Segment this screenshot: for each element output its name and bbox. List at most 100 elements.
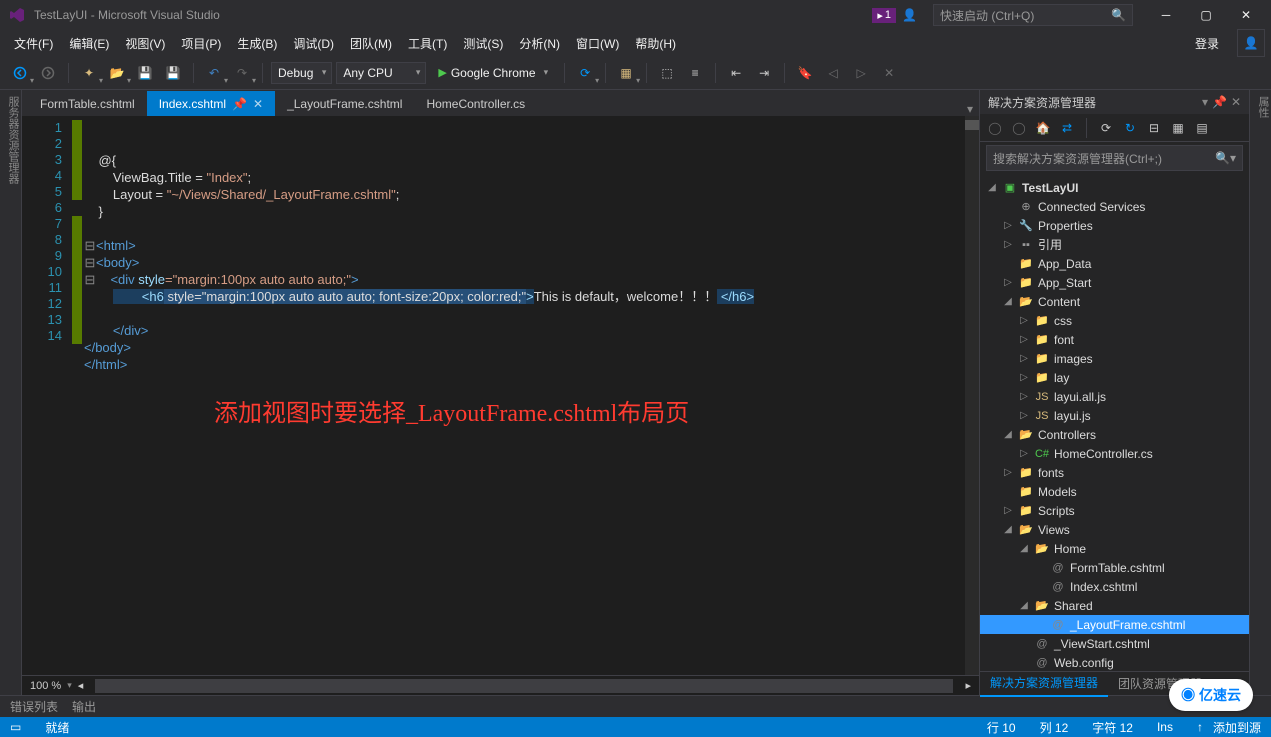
- new-item-button[interactable]: ✦: [77, 61, 101, 85]
- sol-refresh-button[interactable]: ↻: [1121, 119, 1139, 137]
- sol-sync-button[interactable]: ⇄: [1058, 119, 1076, 137]
- sol-properties-button[interactable]: ▤: [1193, 119, 1211, 137]
- menu-item[interactable]: 项目(P): [173, 32, 229, 55]
- run-button[interactable]: ▶Google Chrome▾: [430, 62, 556, 84]
- sol-forward-button[interactable]: ◯: [1010, 119, 1028, 137]
- tree-node[interactable]: 📁lay: [980, 368, 1249, 387]
- bookmark-prev-button[interactable]: ◁: [821, 61, 845, 85]
- editor-tab[interactable]: FormTable.cshtml: [28, 91, 147, 116]
- tree-node[interactable]: JSlayui.js: [980, 406, 1249, 425]
- back-button[interactable]: [8, 61, 32, 85]
- sol-home-button[interactable]: 🏠: [1034, 119, 1052, 137]
- bookmark-next-button[interactable]: ▷: [849, 61, 873, 85]
- h-scroll-right[interactable]: ▸: [965, 679, 971, 692]
- quick-launch-input[interactable]: 快速启动 (Ctrl+Q) 🔍: [933, 4, 1133, 26]
- solution-search-input[interactable]: 搜索解决方案资源管理器(Ctrl+;) 🔍▾: [986, 145, 1243, 171]
- tree-node[interactable]: @Web.config: [980, 653, 1249, 671]
- forward-button[interactable]: [36, 61, 60, 85]
- menu-item[interactable]: 帮助(H): [627, 32, 684, 55]
- tree-node[interactable]: 📁App_Data: [980, 254, 1249, 273]
- minimize-button[interactable]: ─: [1149, 2, 1183, 28]
- tree-node[interactable]: C#HomeController.cs: [980, 444, 1249, 463]
- close-button[interactable]: ✕: [1229, 2, 1263, 28]
- save-all-button[interactable]: 💾: [161, 61, 185, 85]
- tab-error-list[interactable]: 错误列表: [10, 698, 58, 715]
- sol-collapse-button[interactable]: ⊟: [1145, 119, 1163, 137]
- bookmark-button[interactable]: 🔖: [793, 61, 817, 85]
- browser-link-button[interactable]: ⟳: [573, 61, 597, 85]
- tree-node[interactable]: @Index.cshtml: [980, 577, 1249, 596]
- sol-showall-button[interactable]: ▦: [1169, 119, 1187, 137]
- scroll-preview[interactable]: [965, 116, 979, 675]
- publish-icon[interactable]: ↑: [1197, 720, 1203, 734]
- sol-tab-explorer[interactable]: 解决方案资源管理器: [980, 670, 1108, 697]
- left-toolwindow-tab[interactable]: 服务器资源管理器: [0, 90, 22, 695]
- h-scroll-left[interactable]: ◂: [78, 679, 84, 692]
- notifications-badge[interactable]: ▸1: [872, 8, 896, 23]
- menu-item[interactable]: 团队(M): [342, 32, 400, 55]
- tree-node[interactable]: ▪▪引用: [980, 235, 1249, 254]
- solution-tree[interactable]: ▣TestLayUI⊕Connected Services🔧Properties…: [980, 174, 1249, 671]
- tab-close-icon[interactable]: ✕: [253, 97, 263, 111]
- panel-menu-button[interactable]: ▾: [1202, 95, 1208, 109]
- avatar-icon[interactable]: 👤: [1237, 29, 1265, 57]
- menu-item[interactable]: 测试(S): [455, 32, 511, 55]
- menu-item[interactable]: 视图(V): [117, 32, 173, 55]
- save-button[interactable]: 💾: [133, 61, 157, 85]
- tree-node[interactable]: @_LayoutFrame.cshtml: [980, 615, 1249, 634]
- menu-item[interactable]: 窗口(W): [568, 32, 627, 55]
- menu-item[interactable]: 分析(N): [511, 32, 568, 55]
- menu-item[interactable]: 编辑(E): [61, 32, 117, 55]
- tree-node[interactable]: 📁fonts: [980, 463, 1249, 482]
- format-button[interactable]: ⬚: [655, 61, 679, 85]
- tree-node[interactable]: @_ViewStart.cshtml: [980, 634, 1249, 653]
- tree-node[interactable]: 📂Views: [980, 520, 1249, 539]
- tab-overflow-button[interactable]: ▾: [961, 102, 979, 116]
- open-button[interactable]: 📂: [105, 61, 129, 85]
- menu-item[interactable]: 生成(B): [229, 32, 285, 55]
- config-dropdown[interactable]: Debug: [271, 62, 332, 84]
- sol-back-button[interactable]: ◯: [986, 119, 1004, 137]
- tree-node[interactable]: 📂Home: [980, 539, 1249, 558]
- tree-node[interactable]: JSlayui.all.js: [980, 387, 1249, 406]
- tree-node[interactable]: 📁Scripts: [980, 501, 1249, 520]
- tree-node[interactable]: 📂Shared: [980, 596, 1249, 615]
- menu-item[interactable]: 调试(D): [285, 32, 342, 55]
- menu-item[interactable]: 文件(F): [6, 32, 61, 55]
- horizontal-scrollbar[interactable]: [95, 679, 953, 693]
- feedback-icon[interactable]: 👤: [902, 8, 917, 22]
- editor-tab[interactable]: _LayoutFrame.cshtml: [275, 91, 414, 116]
- indent-right-button[interactable]: ⇥: [752, 61, 776, 85]
- redo-button[interactable]: ↷: [230, 61, 254, 85]
- sign-in-link[interactable]: 登录: [1185, 32, 1229, 55]
- maximize-button[interactable]: ▢: [1189, 2, 1223, 28]
- comment-button[interactable]: ≡: [683, 61, 707, 85]
- editor-tab[interactable]: Index.cshtml📌✕: [147, 91, 275, 116]
- extensions-button[interactable]: ▦: [614, 61, 638, 85]
- editor-tab[interactable]: HomeController.cs: [414, 91, 537, 116]
- tree-node[interactable]: ⊕Connected Services: [980, 197, 1249, 216]
- tab-output[interactable]: 输出: [72, 698, 96, 715]
- tree-node[interactable]: 📁images: [980, 349, 1249, 368]
- tree-node[interactable]: ▣TestLayUI: [980, 178, 1249, 197]
- code-editor[interactable]: @{ ViewBag.Title = "Index"; Layout = "~/…: [84, 116, 979, 675]
- undo-button[interactable]: ↶: [202, 61, 226, 85]
- tree-node[interactable]: 📁Models: [980, 482, 1249, 501]
- right-toolwindow-tab[interactable]: 属性: [1249, 90, 1271, 695]
- tree-node[interactable]: 📁css: [980, 311, 1249, 330]
- tree-node[interactable]: 📁font: [980, 330, 1249, 349]
- zoom-level[interactable]: 100 %: [30, 680, 61, 692]
- platform-dropdown[interactable]: Any CPU: [336, 62, 426, 84]
- panel-close-button[interactable]: ✕: [1231, 95, 1241, 109]
- status-publish[interactable]: 添加到源: [1213, 719, 1261, 736]
- tree-node[interactable]: @FormTable.cshtml: [980, 558, 1249, 577]
- tree-node[interactable]: 📂Controllers: [980, 425, 1249, 444]
- bookmark-clear-button[interactable]: ✕: [877, 61, 901, 85]
- tree-node[interactable]: 📂Content: [980, 292, 1249, 311]
- tree-node[interactable]: 📁App_Start: [980, 273, 1249, 292]
- panel-pin-button[interactable]: 📌: [1212, 95, 1227, 109]
- indent-left-button[interactable]: ⇤: [724, 61, 748, 85]
- tree-node[interactable]: 🔧Properties: [980, 216, 1249, 235]
- menu-item[interactable]: 工具(T): [400, 32, 455, 55]
- sol-filter-button[interactable]: ⟳: [1097, 119, 1115, 137]
